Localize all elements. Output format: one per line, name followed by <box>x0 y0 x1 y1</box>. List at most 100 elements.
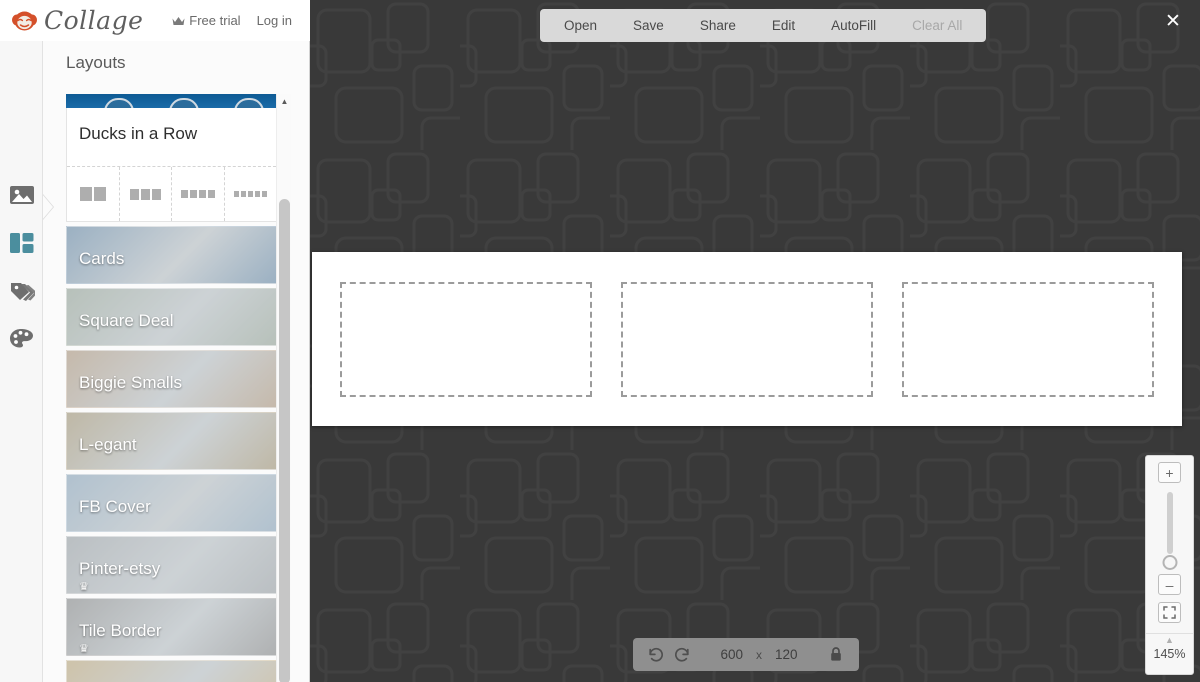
rail-item-photos[interactable] <box>0 171 43 219</box>
scrollbar-thumb[interactable] <box>279 199 290 682</box>
tool-rail <box>0 41 43 682</box>
tags-icon <box>11 283 35 301</box>
canvas-height-value[interactable]: 120 <box>775 647 798 662</box>
layout-variants <box>67 166 276 221</box>
free-trial-label: Free trial <box>189 13 241 28</box>
duck-thumb <box>169 98 199 108</box>
logo-text: Collage <box>44 6 144 35</box>
free-trial-link[interactable]: Free trial <box>172 13 241 28</box>
layout-item-label: Cards <box>79 249 125 268</box>
layout-variant-4[interactable] <box>172 167 225 221</box>
expanded-thumbnail-strip <box>66 94 277 108</box>
crown-icon <box>172 16 185 25</box>
toolbar-item-autofill[interactable]: AutoFill <box>813 9 894 42</box>
expanded-layout-title: Ducks in a Row <box>79 124 198 143</box>
monkey-face-icon <box>12 11 37 30</box>
dimension-separator: x <box>756 647 762 662</box>
zoom-control: + – ▲ 145% <box>1145 455 1194 675</box>
layout-variant-2[interactable] <box>67 167 120 221</box>
zoom-percent-label: 145% <box>1153 647 1186 661</box>
layout-variant-3[interactable] <box>120 167 172 221</box>
app-root: ✕ Open Save Share Edit AutoFill Clear All 600… <box>0 0 1200 682</box>
layout-item-jigsaw[interactable]: Jigsaw <box>66 660 277 682</box>
premium-crown-icon: ♛ <box>79 643 89 655</box>
header-links: Free trial Log in <box>172 13 310 28</box>
variant-cell <box>189 190 197 198</box>
layout-item-label: Biggie Smalls <box>79 373 182 392</box>
variant-cell <box>198 190 206 198</box>
expanded-body: Ducks in a Row <box>66 108 277 222</box>
variant-cell <box>140 188 150 200</box>
layouts-grid-icon <box>9 233 33 253</box>
toolbar-item-edit[interactable]: Edit <box>754 9 813 42</box>
variant-cell <box>233 191 239 197</box>
editor-toolbar: Open Save Share Edit AutoFill Clear All <box>540 9 987 42</box>
variant-cell <box>93 187 106 201</box>
variant-cell <box>207 190 215 198</box>
variant-cell <box>240 191 246 197</box>
drop-zone-3[interactable] <box>902 281 1154 397</box>
premium-crown-icon: ♛ <box>79 581 89 593</box>
app-header: Collage Free trial Log in <box>0 0 310 41</box>
collage-logo[interactable]: Collage <box>10 6 143 35</box>
layouts-list: Ducks in a Row Cards Square Deal Biggie Sma… <box>66 94 278 682</box>
layout-item-biggie-smalls[interactable]: Biggie Smalls <box>66 350 277 408</box>
zoom-out-button[interactable]: – <box>1158 574 1181 595</box>
rail-item-colors[interactable] <box>0 315 43 363</box>
zoom-readout: ▲ 145% <box>1146 633 1193 661</box>
rail-item-borders[interactable] <box>0 267 43 315</box>
redo-icon[interactable] <box>669 642 695 668</box>
toolbar-item-save[interactable]: Save <box>615 9 682 42</box>
page-title: Layouts <box>66 53 126 72</box>
layout-item-label: Square Deal <box>79 311 174 330</box>
layout-item-l-egant[interactable]: L-egant <box>66 412 277 470</box>
thumbnail-overlay <box>67 661 276 682</box>
panel-pointer <box>42 194 53 220</box>
undo-icon[interactable] <box>643 642 669 668</box>
lock-icon[interactable] <box>823 642 849 668</box>
layouts-panel: Layouts Ducks in a Row Cards Square Deal Bi… <box>42 41 310 682</box>
toolbar-item-open[interactable]: Open <box>546 9 615 42</box>
layout-item-label: Pinter-etsy <box>79 559 161 578</box>
layout-item-label: FB Cover <box>79 497 151 516</box>
variant-cell <box>129 188 139 200</box>
collage-canvas[interactable] <box>312 252 1182 426</box>
canvas-width-value[interactable]: 600 <box>720 647 743 662</box>
login-link[interactable]: Log in <box>257 13 292 28</box>
toolbar-item-share[interactable]: Share <box>682 9 754 42</box>
canvas-cells <box>312 252 1182 426</box>
layout-item-label: Tile Border <box>79 621 162 640</box>
dimension-bar: 600 x 120 <box>633 638 859 671</box>
panel-scrollbar[interactable]: ▲ ▼ <box>276 94 291 682</box>
variant-cell <box>254 191 260 197</box>
layout-item-expanded[interactable]: Ducks in a Row <box>66 94 277 222</box>
scroll-up-icon[interactable]: ▲ <box>277 94 292 108</box>
layout-item-label: L-egant <box>79 435 137 454</box>
layout-variant-5[interactable] <box>225 167 277 221</box>
chevron-up-icon[interactable]: ▲ <box>1165 636 1174 645</box>
variant-cell <box>180 190 188 198</box>
zoom-slider-track[interactable] <box>1162 492 1177 570</box>
image-icon <box>9 186 34 204</box>
layout-item-fb-cover[interactable]: FB Cover <box>66 474 277 532</box>
close-icon[interactable]: ✕ <box>1158 7 1188 37</box>
variant-cell <box>247 191 253 197</box>
toolbar-item-clear-all: Clear All <box>912 18 963 33</box>
zoom-in-button[interactable]: + <box>1158 462 1181 483</box>
drop-zone-1[interactable] <box>340 281 592 397</box>
drop-zone-2[interactable] <box>621 281 873 397</box>
dimension-values: 600 x 120 <box>695 647 823 662</box>
layout-item-square-deal[interactable]: Square Deal <box>66 288 277 346</box>
zoom-slider-handle[interactable] <box>1162 555 1177 570</box>
duck-thumb <box>104 98 134 108</box>
layout-item-pinter-etsy[interactable]: Pinter-etsy ♛ <box>66 536 277 594</box>
variant-cell <box>79 187 92 201</box>
fit-screen-icon[interactable] <box>1158 602 1181 623</box>
palette-icon <box>10 329 33 348</box>
rail-item-layouts[interactable] <box>0 219 43 267</box>
variant-cell <box>261 191 267 197</box>
duck-thumb <box>234 98 264 108</box>
variant-cell <box>151 188 161 200</box>
layout-item-cards[interactable]: Cards <box>66 226 277 284</box>
layout-item-tile-border[interactable]: Tile Border ♛ <box>66 598 277 656</box>
